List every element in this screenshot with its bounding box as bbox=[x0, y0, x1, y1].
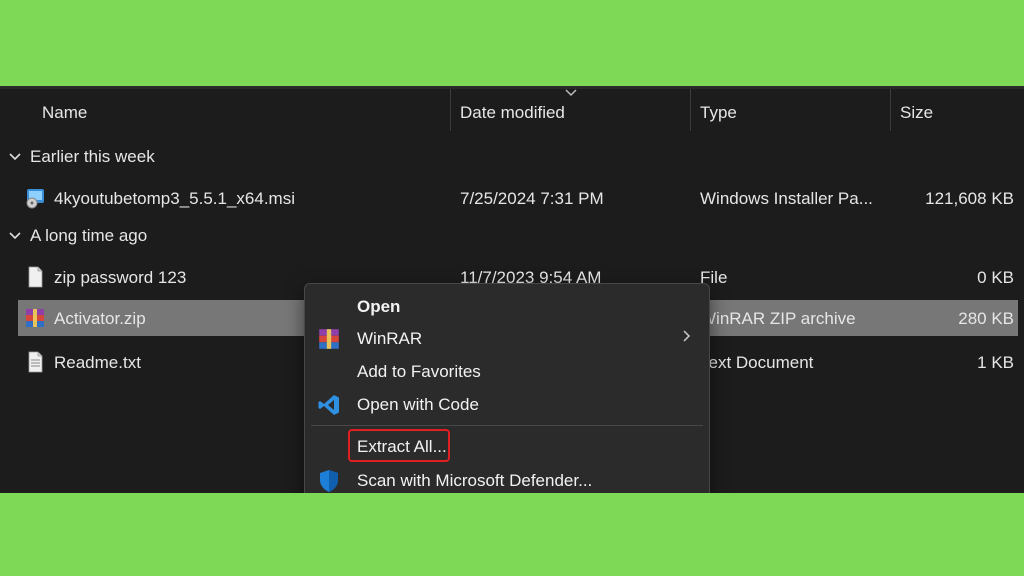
group-label: Earlier this week bbox=[30, 147, 155, 166]
file-size: 1 KB bbox=[977, 353, 1014, 372]
menu-item-open-with-code[interactable]: Open with Code bbox=[305, 388, 709, 421]
installer-icon bbox=[26, 189, 44, 209]
context-menu: Open WinRAR Add to Favorites Open with C… bbox=[304, 283, 710, 493]
chevron-right-icon bbox=[683, 330, 691, 342]
column-date-modified[interactable]: Date modified bbox=[460, 103, 565, 123]
menu-item-open[interactable]: Open bbox=[305, 290, 709, 323]
file-explorer-window: Name Date modified Type Size Earlier thi… bbox=[0, 86, 1024, 493]
blank-file-icon bbox=[28, 266, 43, 288]
file-date: 7/25/2024 7:31 PM bbox=[460, 189, 604, 208]
menu-item-label: Open with Code bbox=[357, 395, 479, 414]
menu-item-label: Open bbox=[357, 297, 401, 316]
menu-item-add-to-favorites[interactable]: Add to Favorites bbox=[305, 355, 709, 388]
file-size: 121,608 KB bbox=[925, 189, 1014, 208]
sort-caret-icon bbox=[565, 89, 577, 97]
chevron-down-icon bbox=[9, 153, 21, 161]
column-divider[interactable] bbox=[690, 89, 691, 131]
group-label: A long time ago bbox=[30, 226, 148, 245]
file-name: zip password 123 bbox=[54, 268, 187, 287]
defender-shield-icon bbox=[320, 470, 338, 492]
vscode-icon bbox=[318, 395, 339, 415]
highlight-annotation-box bbox=[348, 429, 450, 462]
file-type: Text Document bbox=[700, 353, 814, 372]
menu-separator bbox=[311, 425, 703, 426]
file-row-4kyoutubetomp3[interactable]: 4kyoutubetomp3_5.5.1_x64.msi 7/25/2024 7… bbox=[18, 180, 1018, 216]
winrar-icon bbox=[26, 309, 44, 327]
file-name: Activator.zip bbox=[54, 309, 146, 328]
column-divider[interactable] bbox=[890, 89, 891, 131]
menu-item-label: Scan with Microsoft Defender... bbox=[357, 471, 593, 490]
menu-item-scan-with-defender[interactable]: Scan with Microsoft Defender... bbox=[305, 464, 709, 493]
file-size: 280 KB bbox=[958, 309, 1014, 328]
column-type[interactable]: Type bbox=[700, 103, 737, 123]
menu-item-label: WinRAR bbox=[357, 329, 423, 348]
chevron-down-icon bbox=[9, 232, 21, 240]
column-name[interactable]: Name bbox=[42, 103, 87, 123]
group-header-earlier-this-week[interactable]: Earlier this week bbox=[8, 147, 155, 167]
winrar-icon bbox=[319, 329, 339, 349]
file-name: Readme.txt bbox=[54, 353, 141, 372]
text-file-icon bbox=[28, 351, 43, 373]
column-divider[interactable] bbox=[450, 89, 451, 131]
column-size[interactable]: Size bbox=[900, 103, 933, 123]
file-name: 4kyoutubetomp3_5.5.1_x64.msi bbox=[54, 189, 295, 208]
menu-item-label: Add to Favorites bbox=[357, 362, 481, 381]
file-size: 0 KB bbox=[977, 268, 1014, 287]
column-header: Name Date modified Type Size bbox=[0, 89, 1024, 133]
group-header-a-long-time-ago[interactable]: A long time ago bbox=[8, 226, 147, 246]
menu-item-winrar[interactable]: WinRAR bbox=[305, 322, 709, 355]
